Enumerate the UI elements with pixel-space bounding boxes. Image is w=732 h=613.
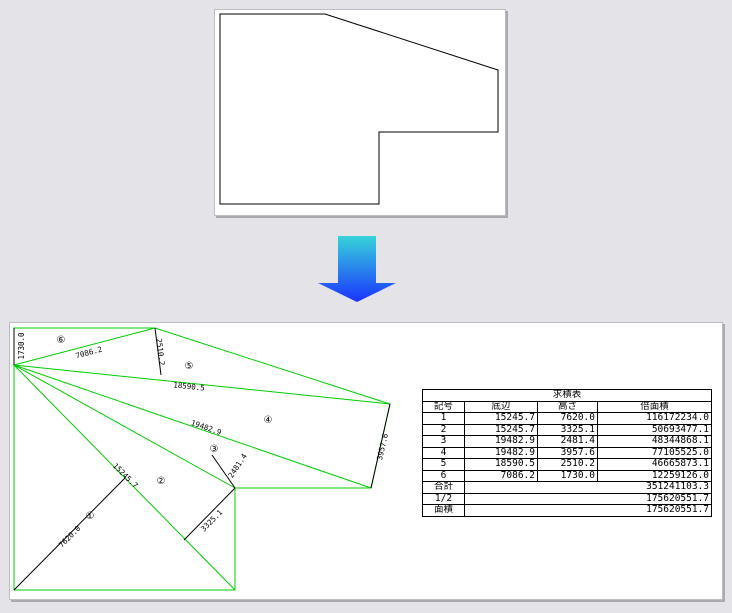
- table-cell: 3: [422, 435, 465, 448]
- table-row: 6 7086.2 1730.0 12259126.0: [422, 469, 713, 482]
- triangle-label-6: ⑥: [57, 335, 66, 346]
- triangle-label-1: ①: [86, 511, 95, 522]
- column-header: 底辺: [464, 400, 538, 413]
- table-cell: 77105525.0: [596, 446, 713, 459]
- table-cell: 18590.5: [464, 458, 538, 471]
- area-row: 面積 175620551.7: [422, 504, 713, 517]
- column-header: 倍面積: [596, 400, 713, 413]
- edge-label: 19482.9: [190, 418, 223, 437]
- edge-label: 15245.7: [111, 461, 140, 490]
- table-cell: 1: [422, 412, 465, 425]
- edge-label: 3957.6: [375, 432, 390, 461]
- edge-label: 2481.4: [226, 452, 249, 480]
- column-header: 高さ: [537, 400, 598, 413]
- table-cell: 19482.9: [464, 435, 538, 448]
- table-cell: 3957.6: [537, 446, 598, 459]
- triangle-label-3: ③: [210, 444, 219, 455]
- total-value: 351241103.3: [463, 481, 713, 494]
- table-cell: 15245.7: [464, 412, 538, 425]
- table-row: 3 19482.9 2481.4 48344868.1: [422, 435, 713, 448]
- half-row: 1/2 175620551.7: [422, 492, 713, 505]
- table-cell: 2510.2: [537, 458, 598, 471]
- edge-label: 7086.2: [75, 345, 103, 361]
- table-cell: 7620.0: [537, 412, 598, 425]
- table-cell: 3325.1: [537, 423, 598, 436]
- table-cell: 6: [422, 469, 465, 482]
- table-row: 4 19482.9 3957.6 77105525.0: [422, 446, 713, 459]
- half-label: 1/2: [422, 492, 465, 505]
- diagonal-line: [13, 327, 156, 366]
- table-cell: 1730.0: [537, 469, 598, 482]
- table-cell: 116172234.0: [596, 412, 713, 425]
- table-cell: 15245.7: [464, 423, 538, 436]
- table-title: 求積表: [421, 389, 713, 402]
- triangulation-drawing: ① ② ③ ④ ⑤ ⑥ 15245.7 7620.0 3325.1 2481.4…: [13, 327, 391, 591]
- table-cell: 12259126.0: [596, 469, 713, 482]
- table-cell: 4: [422, 446, 465, 459]
- table-row: 2 15245.7 3325.1 50693477.1: [422, 423, 713, 436]
- table-cell: 7086.2: [464, 469, 538, 482]
- total-label: 合計: [422, 481, 465, 494]
- table-cell: 46665873.1: [596, 458, 713, 471]
- edge-label: 1730.0: [17, 332, 26, 360]
- area-calculation-table: 求積表 記号 底辺 高さ 倍面積 1 15245.7 7620.0 116172…: [421, 389, 713, 517]
- half-value: 175620551.7: [463, 492, 713, 505]
- table-cell: 19482.9: [464, 446, 538, 459]
- table-cell: 50693477.1: [596, 423, 713, 436]
- table-header-row: 記号 底辺 高さ 倍面積: [422, 400, 713, 413]
- edge-label: 2510.2: [154, 338, 166, 366]
- edge-label: 7620.0: [57, 524, 83, 550]
- triangle-label-4: ④: [264, 415, 273, 426]
- triangulation-outline: [13, 327, 391, 591]
- table-row: 5 18590.5 2510.2 46665873.1: [422, 458, 713, 471]
- height-line: [183, 487, 236, 541]
- table-cell: 48344868.1: [596, 435, 713, 448]
- table-row: 1 15245.7 7620.0 116172234.0: [422, 412, 713, 425]
- table-title-row: 求積表: [421, 389, 713, 402]
- area-label: 面積: [422, 504, 465, 517]
- triangle-label-2: ②: [157, 476, 166, 487]
- area-value: 175620551.7: [463, 504, 713, 517]
- triangle-label-5: ⑤: [185, 361, 194, 372]
- table-cell: 5: [422, 458, 465, 471]
- edge-label: 18590.5: [173, 380, 205, 392]
- column-header: 記号: [422, 400, 465, 413]
- total-row: 合計 351241103.3: [422, 481, 713, 494]
- table-cell: 2: [422, 423, 465, 436]
- table-cell: 2481.4: [537, 435, 598, 448]
